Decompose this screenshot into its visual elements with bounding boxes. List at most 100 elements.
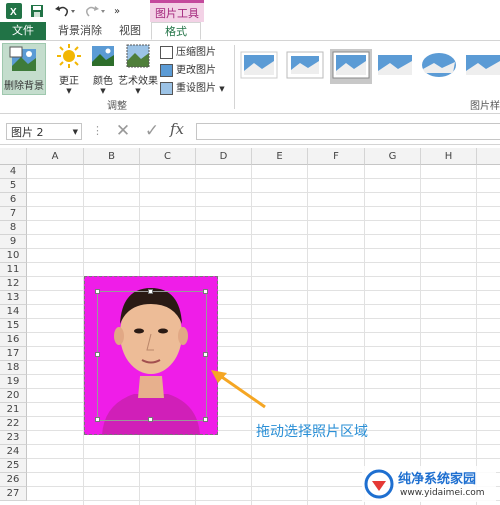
row-header[interactable]: 6 <box>0 193 27 207</box>
artistic-effects-icon <box>126 44 150 68</box>
reset-picture-label: 重设图片 <box>176 83 216 94</box>
row-header[interactable]: 18 <box>0 361 27 375</box>
gridline-column <box>420 165 421 505</box>
redo-icon[interactable] <box>84 2 106 20</box>
selection-handle-top-right[interactable] <box>203 289 208 294</box>
selection-handle-top-left[interactable] <box>95 289 100 294</box>
selection-handle-bottom[interactable] <box>148 417 153 422</box>
gridline-row <box>27 206 500 207</box>
change-picture-button[interactable]: 更改图片 <box>160 62 236 80</box>
row-header[interactable]: 12 <box>0 277 27 291</box>
tab-view[interactable]: 视图 <box>112 22 148 40</box>
column-header-g[interactable]: G <box>365 148 421 165</box>
undo-icon[interactable] <box>54 2 76 20</box>
column-header-d[interactable]: D <box>196 148 252 165</box>
color-label: 颜色 <box>93 76 113 87</box>
confirm-entry-icon[interactable]: ✓ <box>141 121 163 141</box>
tab-format[interactable]: 格式 <box>151 22 201 40</box>
gridline-row <box>27 220 500 221</box>
picture-color-icon <box>92 46 114 66</box>
column-header-c[interactable]: C <box>140 148 196 165</box>
row-header[interactable]: 21 <box>0 403 27 417</box>
column-header-b[interactable]: B <box>84 148 140 165</box>
group-divider <box>234 45 235 109</box>
row-header[interactable]: 10 <box>0 249 27 263</box>
quick-access-more[interactable]: » <box>114 2 120 20</box>
row-header[interactable]: 27 <box>0 487 27 501</box>
row-header[interactable]: 24 <box>0 445 27 459</box>
picture-style-4[interactable] <box>376 51 414 82</box>
formula-input[interactable] <box>196 123 500 140</box>
gridline-column <box>364 165 365 505</box>
row-header[interactable]: 13 <box>0 291 27 305</box>
insert-function-icon[interactable]: fx <box>170 120 184 138</box>
chevron-down-icon: ▼ <box>66 87 72 95</box>
artistic-effects-label: 艺术效果 <box>118 76 158 87</box>
picture-style-1[interactable] <box>240 51 278 82</box>
tab-file[interactable]: 文件 <box>0 22 46 40</box>
picture-style-6[interactable] <box>464 51 500 82</box>
selection-handle-left[interactable] <box>95 352 100 357</box>
excel-logo-icon: X <box>6 2 22 20</box>
row-header[interactable]: 23 <box>0 431 27 445</box>
row-header[interactable]: 20 <box>0 389 27 403</box>
remove-background-icon <box>9 46 36 71</box>
row-header[interactable]: 9 <box>0 235 27 249</box>
row-header[interactable]: 5 <box>0 179 27 193</box>
gridline-row <box>27 444 500 445</box>
picture-style-3[interactable] <box>330 49 372 84</box>
picture-style-5[interactable] <box>420 51 458 82</box>
tab-background-removal[interactable]: 背景消除 <box>50 22 110 40</box>
reset-picture-button[interactable]: 重设图片 ▼ <box>160 80 236 98</box>
row-header[interactable]: 15 <box>0 319 27 333</box>
context-tab-picture-tools: 图片工具 <box>150 0 204 22</box>
gridline-row <box>27 178 500 179</box>
artistic-effects-button[interactable]: 艺术效果 ▼ <box>118 43 158 95</box>
row-header[interactable]: 22 <box>0 417 27 431</box>
row-header[interactable]: 19 <box>0 375 27 389</box>
selection-handle-top[interactable] <box>148 289 153 294</box>
name-box-value: 图片 2 <box>11 126 44 139</box>
selection-handle-bottom-right[interactable] <box>203 417 208 422</box>
sun-icon <box>57 44 81 68</box>
annotation-arrow-icon <box>211 370 266 409</box>
row-header[interactable]: 26 <box>0 473 27 487</box>
gridline-row <box>27 262 500 263</box>
picture-style-2[interactable] <box>286 51 324 82</box>
column-header-h[interactable]: H <box>421 148 477 165</box>
picture-adjust-small-buttons: 压缩图片 更改图片 重设图片 ▼ <box>160 44 236 98</box>
selection-handle-right[interactable] <box>203 352 208 357</box>
row-header[interactable]: 16 <box>0 333 27 347</box>
compress-pictures-button[interactable]: 压缩图片 <box>160 44 236 62</box>
column-header-next[interactable] <box>477 148 500 165</box>
compress-label: 压缩图片 <box>176 47 216 58</box>
row-header[interactable]: 4 <box>0 165 27 179</box>
column-header-a[interactable]: A <box>27 148 84 165</box>
compress-icon <box>160 45 173 59</box>
row-header[interactable]: 17 <box>0 347 27 361</box>
select-all-corner[interactable] <box>0 148 27 165</box>
chevron-down-icon: ▼ <box>100 87 106 95</box>
row-header[interactable]: 7 <box>0 207 27 221</box>
gridline-row <box>27 234 500 235</box>
corrections-button[interactable]: 更正 ▼ <box>54 43 84 95</box>
worksheet-grid[interactable]: A B C D E F G H 4 5 6 7 8 9 10 11 12 13 14 15 16 17 18… <box>0 148 500 505</box>
formula-bar-dots-icon: ⋮ <box>92 124 103 137</box>
row-header[interactable]: 11 <box>0 263 27 277</box>
row-header[interactable]: 8 <box>0 221 27 235</box>
color-button[interactable]: 颜色 ▼ <box>88 43 118 95</box>
name-box[interactable]: 图片 2 ▼ <box>6 123 82 140</box>
gridline-row <box>27 248 500 249</box>
column-header-e[interactable]: E <box>252 148 308 165</box>
annotation-caption: 拖动选择照片区域 <box>256 424 368 440</box>
crop-selection-box[interactable] <box>97 291 207 421</box>
remove-background-button[interactable]: 删除背景 <box>2 43 46 95</box>
row-header[interactable]: 25 <box>0 459 27 473</box>
selection-handle-bottom-left[interactable] <box>95 417 100 422</box>
cancel-entry-icon[interactable]: ✕ <box>112 121 134 141</box>
column-header-f[interactable]: F <box>308 148 365 165</box>
group-label-adjust: 调整 <box>107 101 127 112</box>
save-icon[interactable] <box>30 2 44 20</box>
row-header[interactable]: 14 <box>0 305 27 319</box>
chevron-down-icon[interactable]: ▼ <box>73 124 78 141</box>
